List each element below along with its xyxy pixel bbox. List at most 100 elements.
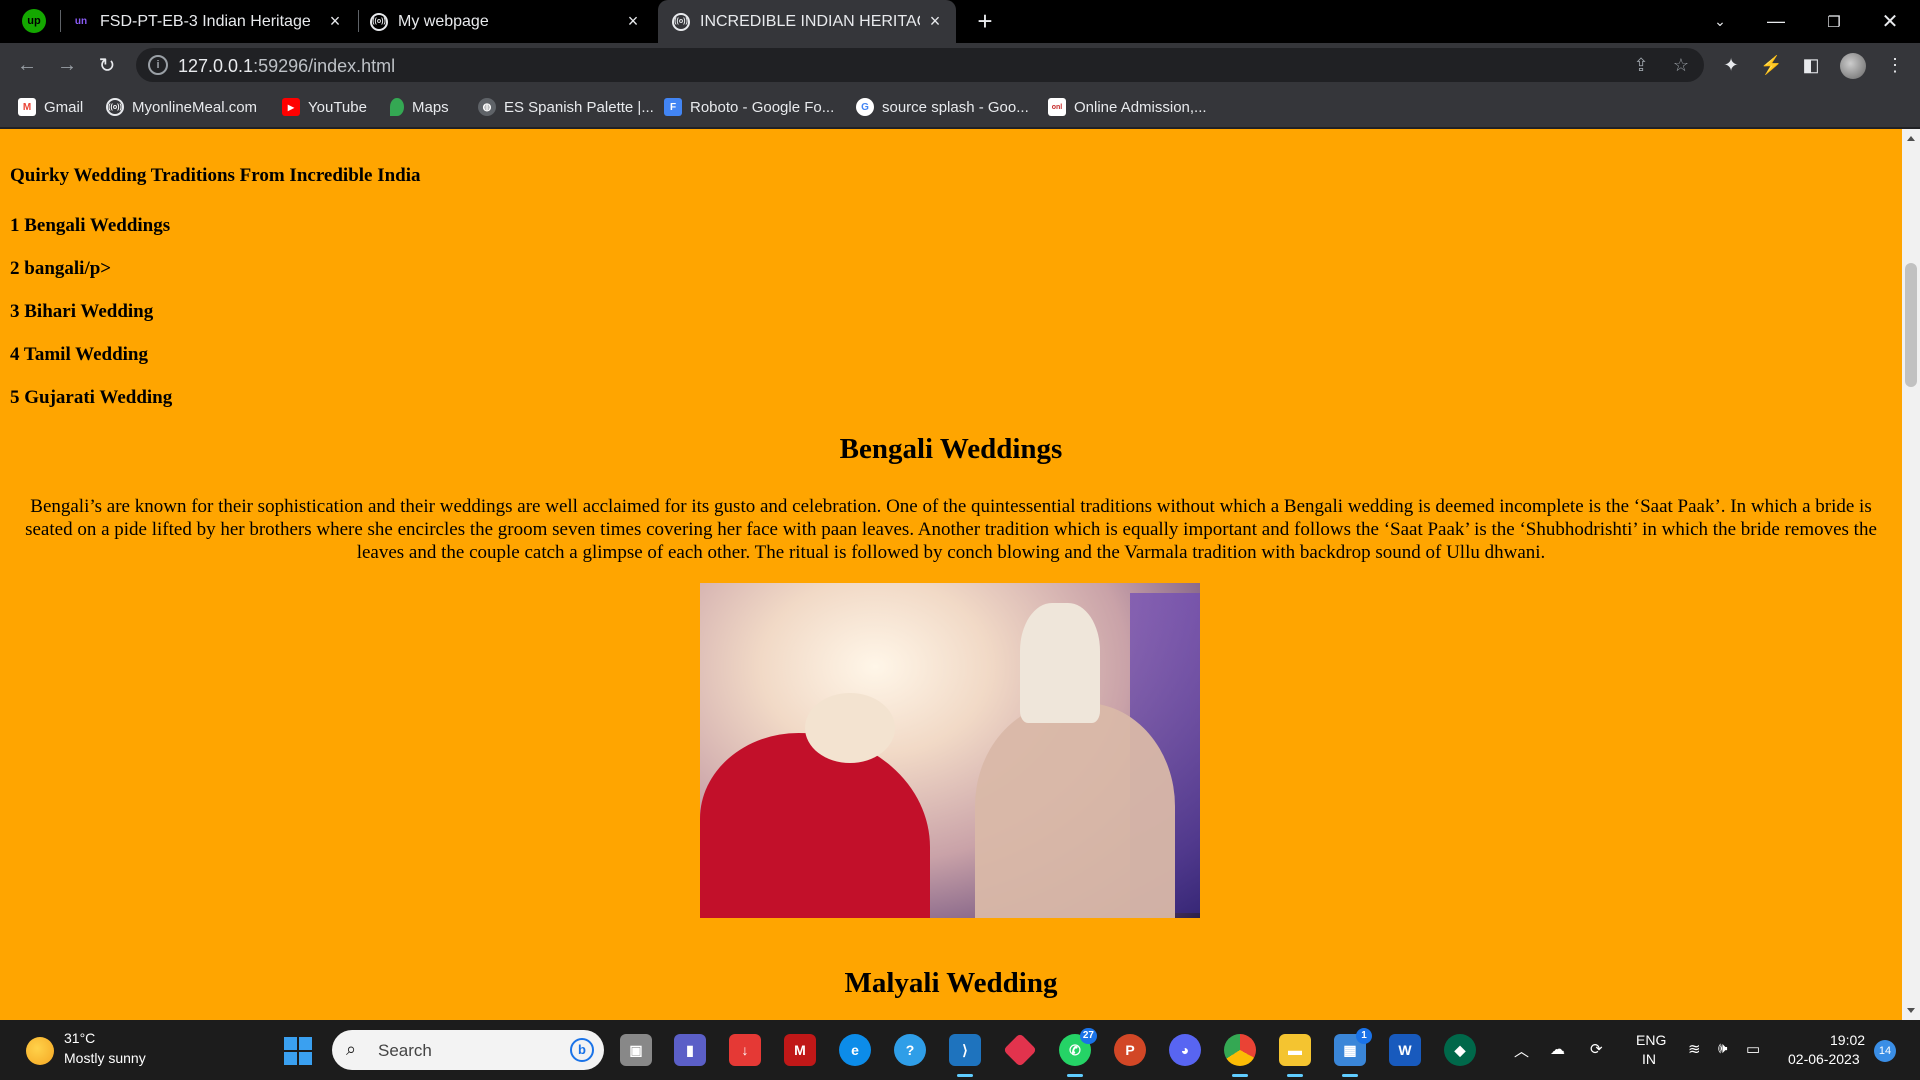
mongodb-compass-icon[interactable]: ◆ [1444,1034,1476,1066]
google-fonts-icon: F [664,98,682,116]
toc-item: 3 Bihari Wedding [10,301,154,322]
onedrive-cloud-icon[interactable]: ☁ [1550,1040,1565,1058]
close-tab-icon[interactable]: × [926,12,944,30]
bookmark-maps[interactable]: Maps [390,96,449,118]
tab-title: FSD-PT-EB-3 Indian Heritage Sub [100,12,312,30]
whatsapp-badge: 27 [1079,1028,1097,1044]
section-title-bengali: Bengali Weddings [839,433,1063,465]
maps-icon [390,98,404,116]
bookmark-label: YouTube [308,98,367,116]
tab-incredible-indian-heritage[interactable]: ((o)) INCREDIBLE INDIAN HERITAGE × [658,0,956,43]
menu-kebab-icon[interactable]: ⋮ [1884,54,1906,76]
task-view-icon[interactable]: ▣ [620,1034,652,1066]
bookmark-youtube[interactable]: ▶ YouTube [282,96,367,118]
edge-icon[interactable]: e [839,1034,871,1066]
clock-date[interactable]: 02-06-2023 [1788,1051,1860,1067]
bookmark-gmail[interactable]: M Gmail [18,96,83,118]
whatsapp-icon[interactable]: ✆ 27 [1059,1028,1097,1077]
tab-separator [60,10,61,32]
site-info-icon[interactable]: i [148,55,168,75]
table-of-contents: 1 Bengali Weddings 2 bangali/p> 3 Bihari… [10,215,172,430]
reload-icon[interactable]: ↻ [92,50,122,80]
windows-taskbar: 31°C Mostly sunny ⌕ Search b ▣ ▮ ↓ M e ?… [0,1020,1920,1080]
bookmark-label: source splash - Goo... [882,98,1029,116]
git-app-icon[interactable] [1003,1033,1037,1067]
vertical-scrollbar[interactable] [1902,129,1920,1020]
battery-icon[interactable]: ▭ [1746,1040,1760,1058]
language-region[interactable]: IN [1642,1051,1656,1067]
bride-head [805,693,895,763]
side-panel-icon[interactable]: ◧ [1800,54,1822,76]
profile-avatar[interactable] [1840,53,1866,79]
scroll-up-arrow-icon[interactable] [1907,136,1915,141]
get-help-icon[interactable]: ? [894,1034,926,1066]
forward-arrow-icon[interactable]: → [52,50,82,80]
weather-temperature[interactable]: 31°C [64,1030,95,1046]
scroll-thumb[interactable] [1905,263,1917,387]
browser-toolbar: ← → ↻ i 127.0.0.1:59296/index.html ⇪ ☆ ✦… [0,43,1920,87]
google-icon: G [856,98,874,116]
file-explorer-icon[interactable]: ▬ [1279,1034,1311,1077]
section-paragraph-bengali: Bengali’s are known for their sophistica… [25,496,1877,563]
tab-title: My webpage [398,12,489,30]
upwork-profile-icon[interactable]: up [22,9,46,33]
performance-icon[interactable]: ⚡ [1760,54,1782,76]
weather-description[interactable]: Mostly sunny [64,1050,146,1066]
language-indicator[interactable]: ENG [1636,1032,1666,1048]
teams-chat-icon[interactable]: ▮ [674,1034,706,1066]
bookmark-roboto-fonts[interactable]: F Roboto - Google Fo... [664,96,834,118]
url-text[interactable]: 127.0.0.1:59296/index.html [178,56,395,77]
tab-title: INCREDIBLE INDIAN HERITAGE [700,12,920,30]
page-heading: Quirky Wedding Traditions From Incredibl… [10,165,421,186]
tab-fsd-indian-heritage[interactable]: un FSD-PT-EB-3 Indian Heritage Sub × [72,0,356,43]
toc-item: 5 Gujarati Wedding [10,387,173,408]
groom-headgear [1020,603,1100,723]
download-manager-icon[interactable]: ↓ [729,1034,761,1066]
tab-search-chevron-icon[interactable]: ⌄ [1692,0,1748,43]
page-viewport: Quirky Wedding Traditions From Incredibl… [0,129,1902,1020]
bookmark-myonlinemeal[interactable]: ((o)) MyonlineMeal.com [106,96,257,118]
bookmark-label: Gmail [44,98,84,116]
minimize-button[interactable]: — [1748,0,1804,43]
clock-time[interactable]: 19:02 [1830,1032,1865,1048]
toc-item: 2 bangali/p> [10,258,112,279]
weather-sun-icon[interactable] [26,1037,54,1065]
bookmark-online-admission[interactable]: onl Online Admission,... [1048,96,1207,118]
bookmark-source-splash[interactable]: G source splash - Goo... [856,96,1029,118]
toc-item: 4 Tamil Wedding [10,344,148,365]
mcafee-icon[interactable]: M [784,1034,816,1066]
discord-icon[interactable]: ◕ [1169,1034,1201,1066]
bing-icon[interactable]: b [570,1038,594,1062]
search-placeholder: Search [378,1041,432,1060]
new-tab-button[interactable]: + [972,8,998,34]
share-icon[interactable]: ⇪ [1630,54,1652,76]
bookmark-spanish-palette[interactable]: ◍ ES Spanish Palette |... [478,96,654,118]
windows-start-icon[interactable] [284,1037,312,1065]
close-window-button[interactable]: ✕ [1862,0,1918,43]
extensions-puzzle-icon[interactable]: ✦ [1720,54,1742,76]
close-tab-icon[interactable]: × [624,12,642,30]
restore-button[interactable]: ❐ [1806,0,1862,43]
chrome-icon[interactable] [1224,1034,1256,1077]
address-bar[interactable]: i 127.0.0.1:59296/index.html ⇪ ☆ [136,48,1704,82]
back-arrow-icon[interactable]: ← [12,50,42,80]
tab-my-webpage[interactable]: ((o)) My webpage × [370,0,654,43]
sync-icon[interactable]: ⟳ [1590,1040,1603,1058]
microsoft-store-icon[interactable]: ▦ 1 [1334,1028,1372,1077]
powerpoint-icon[interactable]: P [1114,1034,1146,1066]
tab-separator [358,10,359,32]
bookmark-star-icon[interactable]: ☆ [1670,54,1692,76]
notification-count-badge[interactable]: 14 [1874,1040,1896,1062]
scroll-down-arrow-icon[interactable] [1907,1008,1915,1013]
tray-chevron-up-icon[interactable]: ︿ [1514,1040,1529,1061]
online-icon: onl [1048,98,1066,116]
bookmark-label: Maps [412,98,449,116]
broadcast-icon: ((o)) [672,12,690,31]
close-tab-icon[interactable]: × [326,12,344,30]
volume-icon[interactable]: 🕪 [1718,1040,1727,1057]
wifi-icon[interactable]: ≋ [1688,1040,1701,1058]
taskbar-search[interactable]: ⌕ Search b [332,1030,604,1070]
word-icon[interactable]: W [1389,1034,1421,1066]
store-badge: 1 [1356,1028,1372,1044]
vscode-icon[interactable]: ⟩ [949,1034,981,1077]
